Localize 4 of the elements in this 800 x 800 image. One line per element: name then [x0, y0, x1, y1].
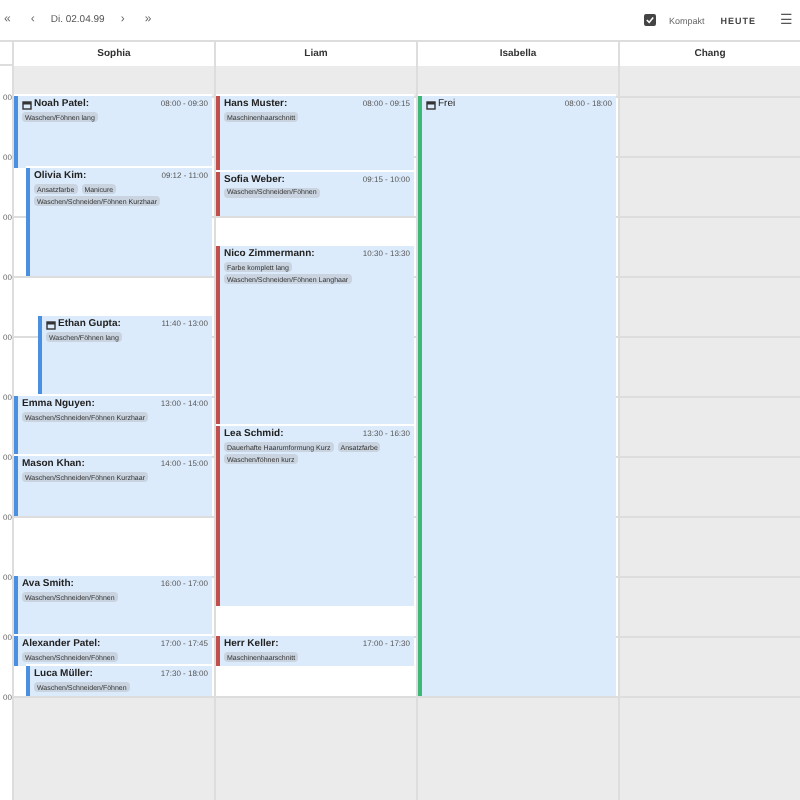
compact-checkbox[interactable]	[644, 14, 657, 26]
calendar-icon	[22, 99, 32, 109]
calendar-icon	[426, 99, 436, 109]
calendar-icon	[46, 319, 56, 329]
